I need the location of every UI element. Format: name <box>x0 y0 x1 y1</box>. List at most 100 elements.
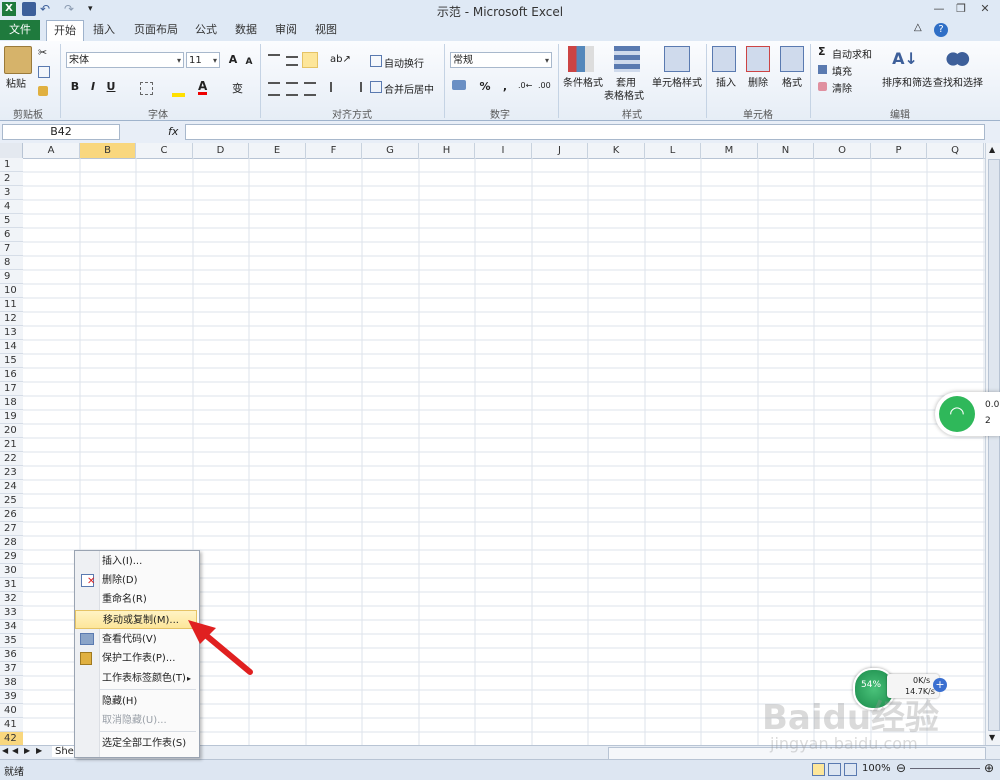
zoom-in-icon[interactable]: ⊕ <box>984 761 994 775</box>
increase-indent-icon[interactable] <box>348 82 362 92</box>
row-header-21[interactable]: 21 <box>0 438 23 452</box>
sort-filter-icon[interactable]: A↓ <box>892 46 918 72</box>
cut-icon[interactable]: ✂ <box>38 46 47 59</box>
next-sheet-icon[interactable]: ▶ <box>24 746 30 755</box>
merge-center-button[interactable]: 合并后居中 <box>384 81 434 96</box>
close-icon[interactable]: ✕ <box>976 2 994 16</box>
autosum-button[interactable]: 自动求和 <box>832 46 872 61</box>
decrease-indent-icon[interactable] <box>330 82 344 92</box>
last-sheet-icon[interactable]: ▶ <box>36 746 42 755</box>
row-header-36[interactable]: 36 <box>0 648 23 662</box>
row-header-22[interactable]: 22 <box>0 452 23 466</box>
tab-home[interactable]: 开始 <box>46 20 84 42</box>
underline-button[interactable]: U <box>104 80 118 94</box>
sigma-icon[interactable]: Σ <box>818 45 826 58</box>
find-select-button[interactable]: 查找和选择 <box>933 74 983 89</box>
zoom-out-icon[interactable]: ⊖ <box>896 761 906 775</box>
row-header-6[interactable]: 6 <box>0 228 23 242</box>
fx-icon[interactable]: fx <box>168 125 178 138</box>
align-left-icon[interactable] <box>268 82 280 96</box>
accounting-icon[interactable] <box>452 80 466 90</box>
menu-item-protect-sheet[interactable]: 保护工作表(P)... <box>75 649 197 668</box>
vertical-scrollbar[interactable]: ▲ ▼ <box>985 143 1000 745</box>
merge-center-icon[interactable] <box>370 81 382 93</box>
column-header-c[interactable]: C <box>136 143 193 158</box>
row-header-40[interactable]: 40 <box>0 704 23 718</box>
column-header-i[interactable]: I <box>475 143 532 158</box>
menu-item-insert[interactable]: 插入(I)... <box>75 552 197 571</box>
cell-styles-button[interactable]: 单元格样式 <box>652 74 702 89</box>
row-header-10[interactable]: 10 <box>0 284 23 298</box>
row-header-18[interactable]: 18 <box>0 396 23 410</box>
name-box[interactable]: B42 <box>2 124 120 140</box>
page-layout-view-icon[interactable] <box>828 763 841 776</box>
fill-button[interactable]: 填充 <box>832 63 852 78</box>
row-header-33[interactable]: 33 <box>0 606 23 620</box>
menu-item-tab-color[interactable]: 工作表标签颜色(T) ▸ <box>75 669 197 688</box>
percent-button[interactable]: % <box>478 80 492 94</box>
minimize-icon[interactable]: — <box>930 2 948 16</box>
fill-color-icon[interactable] <box>172 93 185 97</box>
format-as-table-button-line2[interactable]: 表格格式 <box>604 87 644 102</box>
row-header-7[interactable]: 7 <box>0 242 23 256</box>
clear-button[interactable]: 清除 <box>832 80 852 95</box>
conditional-format-button[interactable]: 条件格式 <box>563 74 603 89</box>
row-header-3[interactable]: 3 <box>0 186 23 200</box>
scroll-thumb[interactable] <box>988 159 1000 731</box>
align-center-icon[interactable] <box>286 82 298 96</box>
delete-cells-button[interactable]: 删除 <box>748 74 768 89</box>
row-header-16[interactable]: 16 <box>0 368 23 382</box>
formula-input[interactable] <box>185 124 985 140</box>
wrap-text-button[interactable]: 自动换行 <box>384 55 424 70</box>
bold-button[interactable]: B <box>68 80 82 94</box>
column-header-n[interactable]: N <box>758 143 814 158</box>
insert-cells-icon[interactable] <box>712 46 736 72</box>
tab-view[interactable]: 视图 <box>310 20 342 40</box>
row-header-26[interactable]: 26 <box>0 508 23 522</box>
column-header-l[interactable]: L <box>645 143 701 158</box>
increase-decimal-icon[interactable]: .0← <box>518 81 532 90</box>
shrink-font-button[interactable]: A <box>242 55 256 69</box>
tab-review[interactable]: 审阅 <box>270 20 302 40</box>
menu-item-rename[interactable]: 重命名(R) <box>75 590 197 609</box>
comma-button[interactable]: , <box>498 80 512 94</box>
conditional-format-icon[interactable] <box>568 46 594 72</box>
row-header-31[interactable]: 31 <box>0 578 23 592</box>
page-break-view-icon[interactable] <box>844 763 857 776</box>
tab-page-layout[interactable]: 页面布局 <box>128 20 184 40</box>
format-as-table-icon[interactable] <box>614 46 640 72</box>
menu-item-move-copy[interactable]: 移动或复制(M)... <box>75 610 197 629</box>
column-header-a[interactable]: A <box>23 143 80 158</box>
row-header-23[interactable]: 23 <box>0 466 23 480</box>
row-header-5[interactable]: 5 <box>0 214 23 228</box>
column-header-q[interactable]: Q <box>927 143 984 158</box>
format-cells-icon[interactable] <box>780 46 804 72</box>
tab-data[interactable]: 数据 <box>230 20 262 40</box>
font-size-select[interactable]: 11 ▾ <box>186 52 220 68</box>
grow-font-button[interactable]: A <box>226 53 240 67</box>
row-header-37[interactable]: 37 <box>0 662 23 676</box>
first-sheet-icon[interactable]: ◀ <box>2 746 8 755</box>
row-header-42[interactable]: 42 <box>0 732 23 746</box>
paste-button[interactable]: 粘贴 <box>6 75 26 90</box>
row-header-34[interactable]: 34 <box>0 620 23 634</box>
row-header-2[interactable]: 2 <box>0 172 23 186</box>
column-header-j[interactable]: J <box>532 143 588 158</box>
menu-item-hide[interactable]: 隐藏(H) <box>75 692 197 711</box>
italic-button[interactable]: I <box>86 80 100 94</box>
column-header-p[interactable]: P <box>871 143 927 158</box>
row-header-12[interactable]: 12 <box>0 312 23 326</box>
row-header-8[interactable]: 8 <box>0 256 23 270</box>
format-cells-button[interactable]: 格式 <box>782 74 802 89</box>
maximize-icon[interactable]: ❐ <box>952 2 970 16</box>
font-name-select[interactable]: 宋体 ▾ <box>66 52 184 68</box>
zoom-slider[interactable] <box>910 768 980 769</box>
row-header-14[interactable]: 14 <box>0 340 23 354</box>
row-header-19[interactable]: 19 <box>0 410 23 424</box>
help-icon[interactable]: ? <box>934 23 948 37</box>
row-header-17[interactable]: 17 <box>0 382 23 396</box>
fill-icon[interactable] <box>818 65 827 74</box>
align-middle-icon[interactable] <box>286 56 298 66</box>
tab-insert[interactable]: 插入 <box>88 20 120 40</box>
font-color-icon[interactable]: A <box>198 80 208 95</box>
